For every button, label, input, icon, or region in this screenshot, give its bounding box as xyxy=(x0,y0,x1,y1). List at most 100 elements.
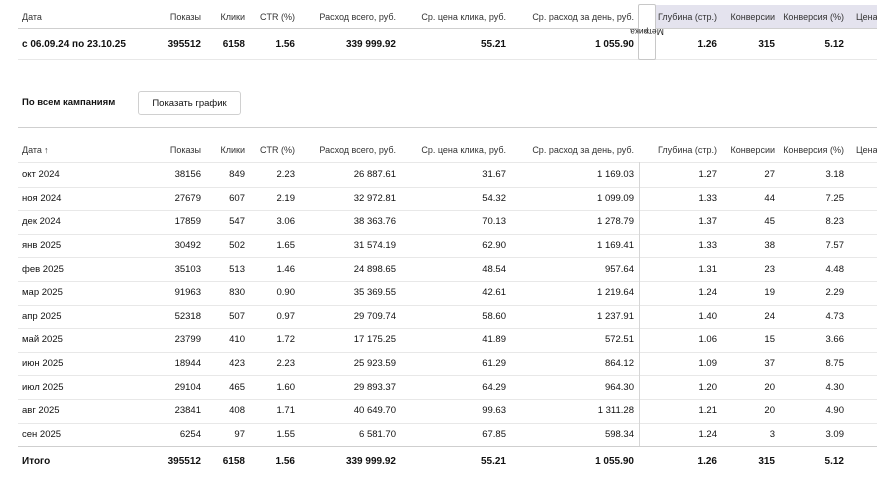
summary-spend: 339 999.92 xyxy=(345,38,396,50)
total-ctr: 1.56 xyxy=(275,455,295,467)
cell-ctr: 2.23 xyxy=(276,169,296,181)
cell-ctr: 1.46 xyxy=(276,263,296,275)
cell-impressions: 52318 xyxy=(174,310,201,322)
cell-avg-cpc: 62.90 xyxy=(482,240,506,252)
cell-avg-cpc: 58.60 xyxy=(482,310,506,322)
cell-conversions: 20 xyxy=(764,381,775,393)
total-cpc: 55.21 xyxy=(480,455,506,467)
table-row: окт 2024 38156 849 2.23 26 887.61 31.67 1 169.… xyxy=(0,163,877,187)
col-price-header[interactable]: Цена xyxy=(856,5,877,28)
cell-impressions: 29104 xyxy=(174,381,201,393)
col-spend-header[interactable]: Расход всего, руб. xyxy=(295,138,396,162)
cell-clicks: 849 xyxy=(229,169,245,181)
col-conversions-header[interactable]: Конверсии xyxy=(717,138,775,162)
cell-conversion-rate: 4.48 xyxy=(825,263,845,275)
cell-clicks: 502 xyxy=(229,240,245,252)
cell-avg-daily-spend: 1 169.03 xyxy=(597,169,634,181)
col-impressions-header[interactable]: Показы xyxy=(140,5,201,28)
cell-spend-total: 29 893.37 xyxy=(353,381,396,393)
sort-ascending-icon: ↑ xyxy=(43,145,49,155)
cell-avg-cpc: 31.67 xyxy=(482,169,506,181)
cell-impressions: 6254 xyxy=(179,428,201,440)
cell-conversions: 45 xyxy=(764,216,775,228)
total-impressions: 395512 xyxy=(167,455,201,467)
col-depth-header[interactable]: Глубина (стр.) xyxy=(641,138,717,162)
divider xyxy=(18,446,877,447)
table-row: авг 2025 23841 408 1.71 40 649.70 99.63 1 311.… xyxy=(0,399,877,423)
table-row: апр 2025 52318 507 0.97 29 709.74 58.60 1 237.… xyxy=(0,305,877,329)
table-row: май 2025 23799 410 1.72 17 175.25 41.89 572.51… xyxy=(0,328,877,352)
cell-clicks: 830 xyxy=(229,287,245,299)
metrika-tab[interactable]: Метрика » xyxy=(630,4,664,60)
cell-conversions: 23 xyxy=(764,263,775,275)
table-row: ноя 2024 27679 607 2.19 32 972.81 54.32 1 099.… xyxy=(0,187,877,211)
cell-avg-daily-spend: 598.34 xyxy=(604,428,634,440)
cell-conversion-rate: 7.25 xyxy=(825,192,845,204)
cell-spend-total: 32 972.81 xyxy=(353,192,396,204)
col-daily-spend-header[interactable]: Ср. расход за день, руб. xyxy=(506,5,634,28)
cell-impressions: 35103 xyxy=(174,263,201,275)
col-cpc-header[interactable]: Ср. цена клика, руб. xyxy=(396,138,506,162)
cell-avg-daily-spend: 572.51 xyxy=(604,334,634,346)
cell-conversion-rate: 8.23 xyxy=(825,216,845,228)
col-conversion-rate-header[interactable]: Конверсия (%) xyxy=(775,5,844,28)
cell-depth: 1.06 xyxy=(698,334,718,346)
cell-conversions: 3 xyxy=(769,428,775,440)
cell-ctr: 0.97 xyxy=(276,310,296,322)
cell-spend-total: 17 175.25 xyxy=(353,334,396,346)
divider xyxy=(18,59,877,60)
metrika-column-divider xyxy=(639,162,640,446)
cell-conversions: 27 xyxy=(764,169,775,181)
cell-avg-daily-spend: 1 278.79 xyxy=(597,216,634,228)
cell-ctr: 3.06 xyxy=(276,216,296,228)
cell-ctr: 1.55 xyxy=(276,428,296,440)
summary-conversions: 315 xyxy=(758,38,775,50)
cell-ctr: 1.65 xyxy=(276,240,296,252)
total-conversions: 315 xyxy=(758,455,775,467)
cell-conversions: 15 xyxy=(764,334,775,346)
cell-clicks: 408 xyxy=(229,405,245,417)
cell-depth: 1.33 xyxy=(698,192,718,204)
cell-conversion-rate: 2.29 xyxy=(825,287,845,299)
summary-daily-spend: 1 055.90 xyxy=(595,38,634,50)
cell-depth: 1.27 xyxy=(698,169,718,181)
col-price-header[interactable]: Цена xyxy=(856,138,877,162)
col-conversion-rate-header[interactable]: Конверсия (%) xyxy=(775,138,844,162)
cell-depth: 1.40 xyxy=(698,310,718,322)
cell-clicks: 97 xyxy=(234,428,245,440)
col-clicks-header[interactable]: Клики xyxy=(201,138,246,162)
cell-conversions: 19 xyxy=(764,287,775,299)
cell-conversion-rate: 7.57 xyxy=(825,240,845,252)
summary-ctr: 1.56 xyxy=(275,38,295,50)
cell-clicks: 513 xyxy=(229,263,245,275)
cell-spend-total: 38 363.76 xyxy=(353,216,396,228)
cell-avg-cpc: 64.29 xyxy=(482,381,506,393)
table-row: дек 2024 17859 547 3.06 38 363.76 70.13 1 278.… xyxy=(0,210,877,234)
col-daily-spend-header[interactable]: Ср. расход за день, руб. xyxy=(506,138,634,162)
col-ctr-header[interactable]: CTR (%) xyxy=(245,138,295,162)
cell-avg-daily-spend: 957.64 xyxy=(604,263,634,275)
show-graph-button[interactable]: Показать график xyxy=(138,91,241,115)
main-header-row: Дата ↑ Показы Клики CTR (%) Расход всего… xyxy=(0,138,877,162)
cell-spend-total: 24 898.65 xyxy=(353,263,396,275)
cell-avg-cpc: 67.85 xyxy=(482,428,506,440)
col-conversions-header[interactable]: Конверсии xyxy=(717,5,775,28)
total-row: Итого 395512 6158 1.56 339 999.92 55.21 … xyxy=(0,448,877,474)
cell-avg-daily-spend: 964.30 xyxy=(604,381,634,393)
cell-ctr: 1.72 xyxy=(276,334,296,346)
cell-depth: 1.24 xyxy=(698,287,718,299)
col-cpc-header[interactable]: Ср. цена клика, руб. xyxy=(396,5,506,28)
table-row: июн 2025 18944 423 2.23 25 923.59 61.29 864.12… xyxy=(0,352,877,376)
total-depth: 1.26 xyxy=(697,455,717,467)
cell-ctr: 0.90 xyxy=(276,287,296,299)
cell-impressions: 30492 xyxy=(174,240,201,252)
col-ctr-header[interactable]: CTR (%) xyxy=(245,5,295,28)
col-clicks-header[interactable]: Клики xyxy=(201,5,246,28)
col-spend-header[interactable]: Расход всего, руб. xyxy=(295,5,396,28)
cell-ctr: 1.60 xyxy=(276,381,296,393)
table-row: фев 2025 35103 513 1.46 24 898.65 48.54 957.64… xyxy=(0,257,877,281)
col-impressions-header[interactable]: Показы xyxy=(140,138,201,162)
summary-cpc: 55.21 xyxy=(480,38,506,50)
total-conversion-rate: 5.12 xyxy=(824,455,844,467)
section-title: По всем кампаниям xyxy=(22,97,116,108)
